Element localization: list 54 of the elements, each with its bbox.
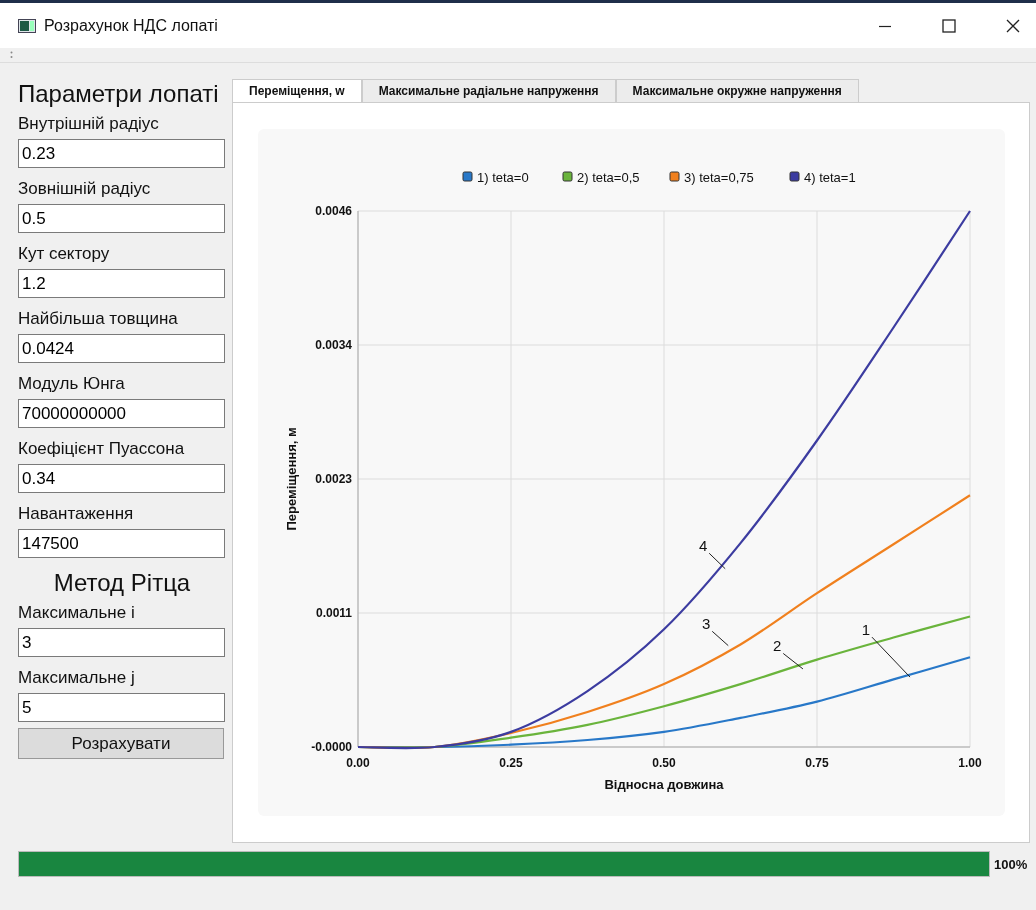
legend-label: 3) teta=0,75 [684, 170, 754, 185]
leader-line [782, 652, 804, 670]
x-tick-label: 0.00 [346, 756, 370, 770]
close-icon[interactable] [1006, 18, 1020, 33]
input-field[interactable]: 0.23 [18, 139, 225, 168]
curve-number-label: 3 [702, 615, 711, 633]
leader-line [708, 552, 726, 570]
leader-line [871, 636, 911, 678]
field-label: Зовнішній радіус [18, 178, 152, 200]
toolbar-grip-icon[interactable] [10, 51, 13, 59]
curve-number-label: 2 [773, 637, 782, 655]
y-tick-label: 0.0034 [315, 338, 352, 352]
progress-reading: 100% [994, 856, 1028, 872]
y-axis-title: Переміщення, м [284, 427, 299, 531]
y-tick-label: 0.0023 [315, 472, 352, 486]
field-label: Навантаження [18, 503, 135, 525]
curve-number-label: 1 [861, 621, 871, 639]
field-label: Коефіцієнт Пуассона [18, 438, 186, 460]
tab[interactable]: Максимальне окружне напруження [615, 79, 859, 102]
maximize-icon[interactable] [942, 18, 956, 33]
field-label: Максимальне j [18, 667, 136, 689]
input-field[interactable]: 147500 [18, 529, 225, 558]
field-label: Модуль Юнга [18, 373, 126, 395]
curve-number-label: 4 [699, 537, 708, 555]
field-label: Внутрішній радіус [18, 113, 160, 135]
input-field[interactable]: 0.5 [18, 204, 225, 233]
input-field[interactable]: 1.2 [18, 269, 225, 298]
x-axis-title: Відносна довжина [604, 777, 724, 792]
tab[interactable]: Максимальне радіальне напруження [361, 79, 616, 102]
legend-label: 2) teta=0,5 [577, 170, 640, 185]
x-tick-label: 0.50 [652, 756, 676, 770]
y-tick-label: 0.0046 [315, 204, 352, 218]
section-heading: Параметри лопаті [18, 79, 220, 109]
legend-label: 1) teta=0 [477, 170, 529, 185]
x-tick-label: 1.00 [958, 756, 982, 770]
input-field[interactable]: 70000000000 [18, 399, 225, 428]
x-tick-label: 0.75 [805, 756, 829, 770]
y-tick-label: 0.0011 [315, 606, 352, 620]
leader-line [711, 630, 729, 647]
section-heading: Метод Рітца [52, 568, 192, 598]
tab[interactable]: Переміщення, w [232, 79, 362, 102]
input-field[interactable]: 5 [18, 693, 225, 722]
calculate-button[interactable]: Розрахувати [18, 728, 224, 759]
input-field[interactable]: 3 [18, 628, 225, 657]
field-label: Максимальне i [18, 602, 136, 624]
input-field[interactable]: 0.0424 [18, 334, 225, 363]
input-field[interactable]: 0.34 [18, 464, 225, 493]
x-tick-label: 0.25 [499, 756, 523, 770]
field-label: Найбільша товщина [18, 308, 179, 330]
field-label: Кут сектору [18, 243, 111, 265]
y-tick-label: -0.0000 [311, 740, 352, 754]
app-icon [18, 18, 36, 33]
window-title: Розрахунок НДС лопаті [44, 16, 218, 35]
legend-label: 4) teta=1 [804, 170, 856, 185]
